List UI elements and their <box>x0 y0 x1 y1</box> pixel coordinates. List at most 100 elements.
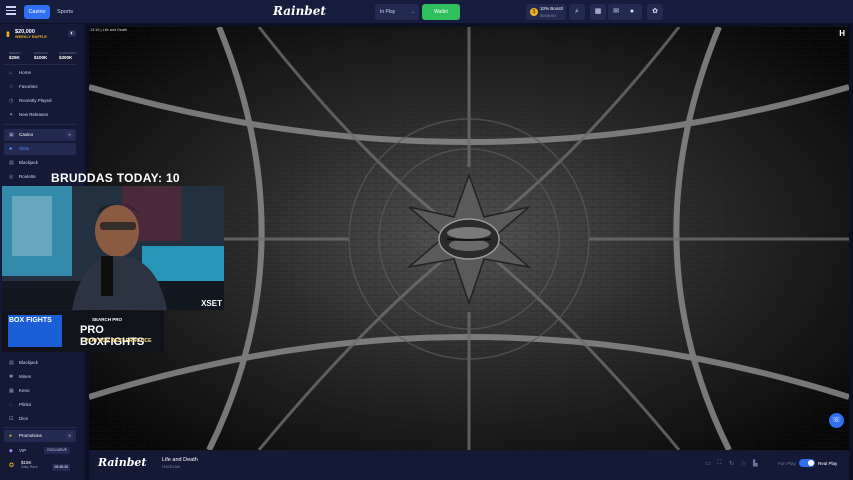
sidebar-item-label: Plinko <box>19 402 32 407</box>
user-icon[interactable]: ● <box>622 4 642 20</box>
sidebar-item-blackjack-original[interactable]: ▤ Blackjack <box>4 357 76 369</box>
sidebar-item-label: Slots <box>19 146 30 151</box>
rainbet-logo[interactable]: Rainbet <box>98 456 146 469</box>
hacksaw-logo-icon: H <box>839 29 845 38</box>
sidebar-item-keno[interactable]: ▦ Keno <box>4 385 76 397</box>
play-mode-toggle[interactable] <box>799 459 815 467</box>
divider <box>4 64 76 65</box>
sidebar-item-label: Favorites <box>19 84 38 89</box>
roulette-icon: ◎ <box>9 174 14 180</box>
wallet-label: Wallet <box>434 9 448 15</box>
medal-icon: ✪ <box>9 463 15 469</box>
sidebar-item-promotions[interactable]: ● Promotions ˄ <box>4 430 76 442</box>
diamond-icon: ◆ <box>9 448 13 454</box>
chevron-down-icon: ⌄ <box>410 9 415 15</box>
sidebar-item-slots[interactable]: ♣ Slots <box>4 143 76 155</box>
prize-value: $100K <box>34 55 48 60</box>
prize-weekly: WEEKLY $25K <box>9 51 29 60</box>
xset-logo: XSET <box>201 299 222 308</box>
fullscreen-icon[interactable]: ⛶ <box>717 460 721 467</box>
sidebar-item-plinko[interactable]: ∴ Plinko <box>4 399 76 411</box>
chevron-up-icon[interactable]: ˄ <box>66 131 73 138</box>
sidebar-item-label: Blackjack <box>19 160 39 165</box>
weekly-raffle-card[interactable]: ▮ $20,000 WEEKLY RAFFLE ◧ WEEKLY $25K MO… <box>4 28 78 66</box>
sidebar-item-mines[interactable]: ✱ Mines <box>4 371 76 383</box>
sidebar-item-dice[interactable]: ⚀ Dice <box>4 413 76 425</box>
sidebar-item-home[interactable]: ⌂ Home <box>4 67 76 79</box>
expand-icon[interactable]: ◧ <box>68 30 76 37</box>
mines-icon: ✱ <box>9 374 14 380</box>
chat-icon[interactable]: ✿ <box>647 4 663 20</box>
sidebar-item-label: Casino <box>19 132 34 137</box>
stream-counter-text: BRUDDAS TODAY: 10 <box>51 171 180 185</box>
tab-sports[interactable]: Sports <box>53 5 77 19</box>
rainbet-logo[interactable]: Rainbet <box>273 4 326 18</box>
prize-quarterly: QUARTERLY $300K <box>59 51 79 60</box>
sidebar-item-label: Mines <box>19 374 32 379</box>
balance-select[interactable]: In Play ⌄ <box>375 4 419 20</box>
tab-casino[interactable]: Casino <box>24 5 50 19</box>
daily-timer: 05:45:30 <box>52 464 70 471</box>
game-bottom-bar: Rainbet Life and Death Hacksaw ▭ ⛶ ↻ ☆ ▙… <box>89 450 849 480</box>
search-icon[interactable]: ⌕ <box>569 4 585 20</box>
top-bar: Casino Sports Rainbet In Play ⌄ Wallet $… <box>0 0 853 24</box>
sidebar-item-label: Keno <box>19 388 30 393</box>
banner-subtitle: PLAY FOR BEST PRACTICE <box>85 338 152 344</box>
wallet-button[interactable]: Wallet <box>422 4 460 20</box>
support-chat-icon[interactable]: ☏ <box>829 413 844 428</box>
coin-icon: $ <box>530 8 538 16</box>
sidebar-item-daily-race[interactable]: ✪ $15K Daily Race 05:45:30 <box>4 460 76 476</box>
trophy-icon: ▮ <box>6 31 10 38</box>
menu-icon[interactable] <box>6 6 16 16</box>
real-play-label: Real Play <box>818 461 838 466</box>
sidebar-item-label: Promotions <box>19 433 42 438</box>
sidebar-item-label: Dice <box>19 416 29 421</box>
prize-value: $25K <box>9 55 20 60</box>
promo-banner: BOX FIGHTS SEARCH PRO PRO BOXFIGHTS PLAY… <box>2 311 164 352</box>
slots-icon: ♣ <box>9 146 13 152</box>
star-icon: ☆ <box>9 84 14 90</box>
banner-search-text: SEARCH PRO <box>92 317 123 322</box>
sidebar-item-label: Recently Played <box>19 98 52 103</box>
promotions-icon: ● <box>9 433 13 439</box>
sidebar-item-favorites[interactable]: ☆ Favorites <box>4 81 76 93</box>
sidebar-item-casino[interactable]: ▣ Casino ˄ <box>4 129 76 141</box>
sidebar-item-label: Blackjack <box>19 360 39 365</box>
sidebar-item-recently-played[interactable]: ◷ Recently Played <box>4 95 76 107</box>
game-name: Life and Death <box>162 457 198 463</box>
favorite-star-icon[interactable]: ☆ <box>741 460 746 467</box>
sidebar-item-label: Home <box>19 70 32 75</box>
prize-value: $300K <box>59 55 73 60</box>
balance-label: In Play <box>380 9 396 15</box>
boost-button[interactable]: $ 10% Boost! 00:00:00 <box>526 4 566 20</box>
divider <box>4 427 76 428</box>
refresh-icon[interactable]: ↻ <box>729 460 734 467</box>
clock-icon: ◷ <box>9 98 14 104</box>
divider <box>4 124 76 125</box>
blackjack-icon: ▤ <box>9 160 14 166</box>
sidebar-item-label: Roulette <box>19 174 36 179</box>
sidebar-item-blackjack[interactable]: ▤ Blackjack <box>4 157 76 169</box>
chevron-up-icon[interactable]: ˄ <box>66 432 73 439</box>
cards-icon: ▣ <box>9 132 14 138</box>
sparkle-icon: ✦ <box>9 112 14 118</box>
webcam-image <box>2 186 224 310</box>
raffle-label: WEEKLY RAFFLE <box>15 35 47 39</box>
sidebar-item-label: New Releases <box>19 112 49 117</box>
banner-title: PRO BOXFIGHTS <box>80 324 145 348</box>
theatre-icon[interactable]: ▭ <box>705 460 711 467</box>
sidebar-item-vip[interactable]: ◆ VIP EXCLUSIVE <box>4 445 76 457</box>
sidebar-item-new-releases[interactable]: ✦ New Releases <box>4 109 76 121</box>
game-provider[interactable]: Hacksaw <box>162 464 180 469</box>
calendar-icon[interactable]: ▦ <box>590 4 606 20</box>
game-title-bar: 13:16 | Life and Death <box>90 28 128 32</box>
prize-monthly: MONTHLY $100K <box>34 51 54 60</box>
fun-play-label: Fun Play <box>778 461 796 466</box>
stats-icon[interactable]: ▙ <box>753 460 758 467</box>
exclusive-badge: EXCLUSIVE <box>44 447 70 454</box>
banner-left-text: BOX FIGHTS <box>9 317 52 324</box>
webcam-overlay: XSET <box>2 186 224 310</box>
boost-timer: 00:00:00 <box>540 13 556 18</box>
dice-icon: ⚀ <box>9 416 14 422</box>
keno-icon: ▦ <box>9 388 14 394</box>
